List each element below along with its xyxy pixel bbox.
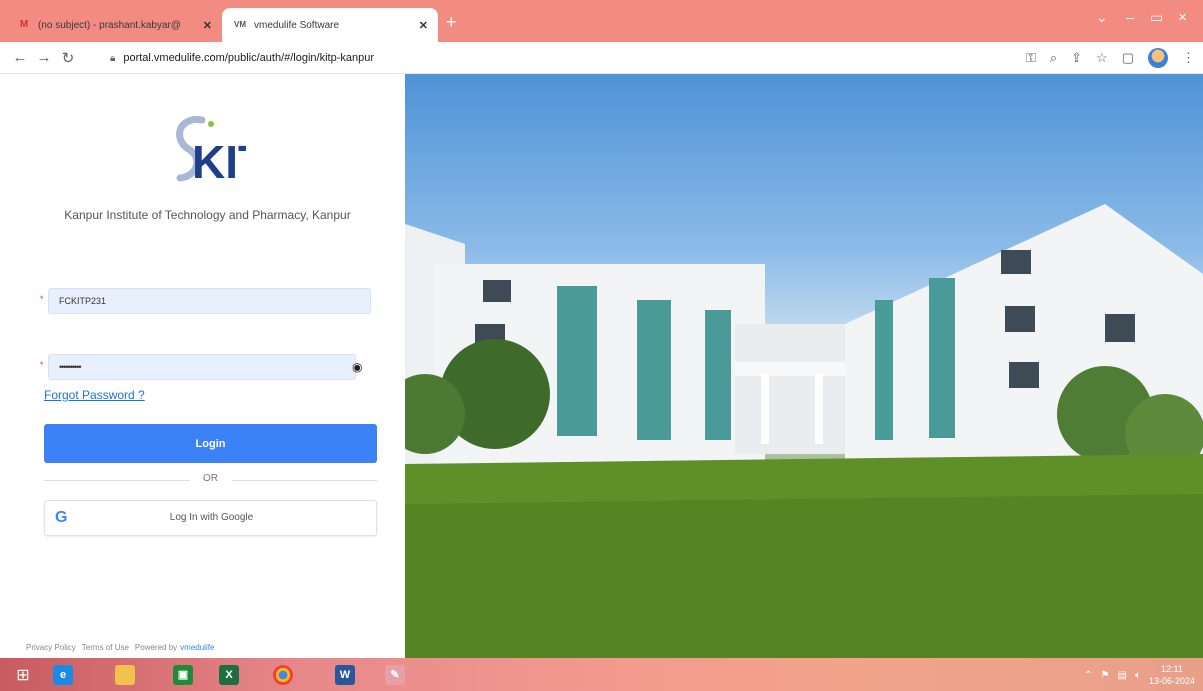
or-label: OR [203, 473, 218, 484]
paint-icon[interactable]: ✎ [380, 661, 410, 688]
tab-title: vmedulife Software [254, 19, 340, 31]
new-tab-button[interactable]: + [446, 12, 457, 33]
star-icon[interactable]: ☆ [1096, 50, 1108, 66]
required-marker: * [40, 360, 44, 370]
taskbar: ⊞ e ▣ X W ✎ ⌃ ⚑ ▤ 🔈︎ 12:11 13-06-2024 [0, 658, 1203, 691]
profile-avatar[interactable] [1148, 48, 1168, 68]
windows-start-button[interactable]: ⊞ [8, 661, 38, 688]
tab-search-icon[interactable]: ⌄ [1096, 6, 1108, 28]
show-password-icon[interactable]: ◉ [352, 360, 362, 374]
word-icon[interactable]: W [330, 661, 360, 688]
google-login-button[interactable]: G Log In with Google [44, 500, 377, 536]
flag-icon[interactable]: ⚑ [1101, 670, 1110, 681]
zoom-icon[interactable]: ⌕ [1050, 50, 1057, 66]
password-row: * [36, 354, 376, 382]
key-icon[interactable]: ⚿ [1026, 50, 1036, 66]
browser-tab-strip: M (no subject) - prashant.kabyar@ ✕ VM v… [0, 0, 1203, 42]
reload-icon[interactable]: ↻ [56, 49, 80, 67]
powered-by-text: Powered by [134, 643, 178, 652]
or-divider: OR [44, 473, 377, 487]
username-input[interactable] [48, 288, 371, 314]
store-icon[interactable]: ▣ [168, 661, 198, 688]
back-icon[interactable]: ← [8, 49, 32, 66]
forward-icon[interactable]: → [32, 49, 56, 66]
volume-icon[interactable]: 🔈︎ [1135, 670, 1141, 681]
tray-chevron-icon[interactable]: ⌃ [1084, 670, 1092, 681]
close-tab-icon[interactable]: ✕ [419, 19, 428, 32]
terms-link[interactable]: Terms of Use [82, 643, 129, 652]
lock-icon: 🔒︎ [110, 52, 116, 64]
url-field[interactable]: 🔒︎ portal.vmedulife.com/public/auth/#/lo… [110, 48, 374, 68]
login-panel: KIT Kanpur Institute of Technology and P… [0, 74, 405, 658]
close-window-button[interactable]: ✕ [1178, 6, 1187, 28]
tab-vmedulife[interactable]: VM vmedulife Software ✕ [222, 8, 438, 42]
tab-gmail[interactable]: M (no subject) - prashant.kabyar@ ✕ [6, 8, 222, 42]
login-button[interactable]: Login [44, 424, 377, 463]
maximize-button[interactable]: ▭ [1150, 6, 1163, 28]
clock[interactable]: 12:11 13-06-2024 [1149, 663, 1195, 687]
clock-date: 13-06-2024 [1148, 676, 1195, 686]
file-explorer-icon[interactable] [110, 661, 140, 688]
institute-name: Kanpur Institute of Technology and Pharm… [64, 208, 351, 222]
network-icon[interactable]: ▤ [1118, 670, 1127, 681]
password-input[interactable] [48, 354, 356, 380]
system-tray: ⌃ ⚑ ▤ 🔈︎ 12:11 13-06-2024 [1084, 662, 1195, 688]
url-text: portal.vmedulife.com/public/auth/#/login… [123, 52, 375, 64]
username-row: * [36, 288, 376, 316]
campus-photo [405, 74, 1203, 658]
address-bar: ← → ↻ 🔒︎ portal.vmedulife.com/public/aut… [0, 42, 1203, 74]
privacy-policy-link[interactable]: Privacy Policy [26, 643, 76, 652]
required-marker: * [40, 294, 44, 304]
menu-icon[interactable]: ⋮ [1182, 50, 1195, 66]
vmedulife-link[interactable]: vmedulife [180, 643, 214, 652]
google-login-label: Log In with Google [169, 512, 254, 523]
vmedulife-icon: VM [234, 20, 246, 29]
chrome-icon[interactable] [268, 661, 298, 688]
close-tab-icon[interactable]: ✕ [203, 19, 212, 32]
share-icon[interactable]: ⇪ [1071, 50, 1082, 66]
minimize-button[interactable]: – [1126, 6, 1134, 28]
side-panel-icon[interactable]: ▢ [1122, 50, 1134, 66]
forgot-password-link[interactable]: Forgot Password ? [44, 388, 145, 402]
gmail-icon: M [19, 19, 29, 30]
logo-text: KIT [192, 136, 246, 184]
tab-title: (no subject) - prashant.kabyar@ [38, 19, 181, 31]
campus-building-illustration [405, 204, 1203, 658]
internet-explorer-icon[interactable]: e [48, 661, 78, 688]
excel-icon[interactable]: X [214, 661, 244, 688]
footer: Privacy Policy Terms of Use Powered by v… [26, 643, 214, 652]
clock-time: 12:11 [1161, 664, 1183, 674]
institute-logo: KIT [176, 116, 246, 184]
